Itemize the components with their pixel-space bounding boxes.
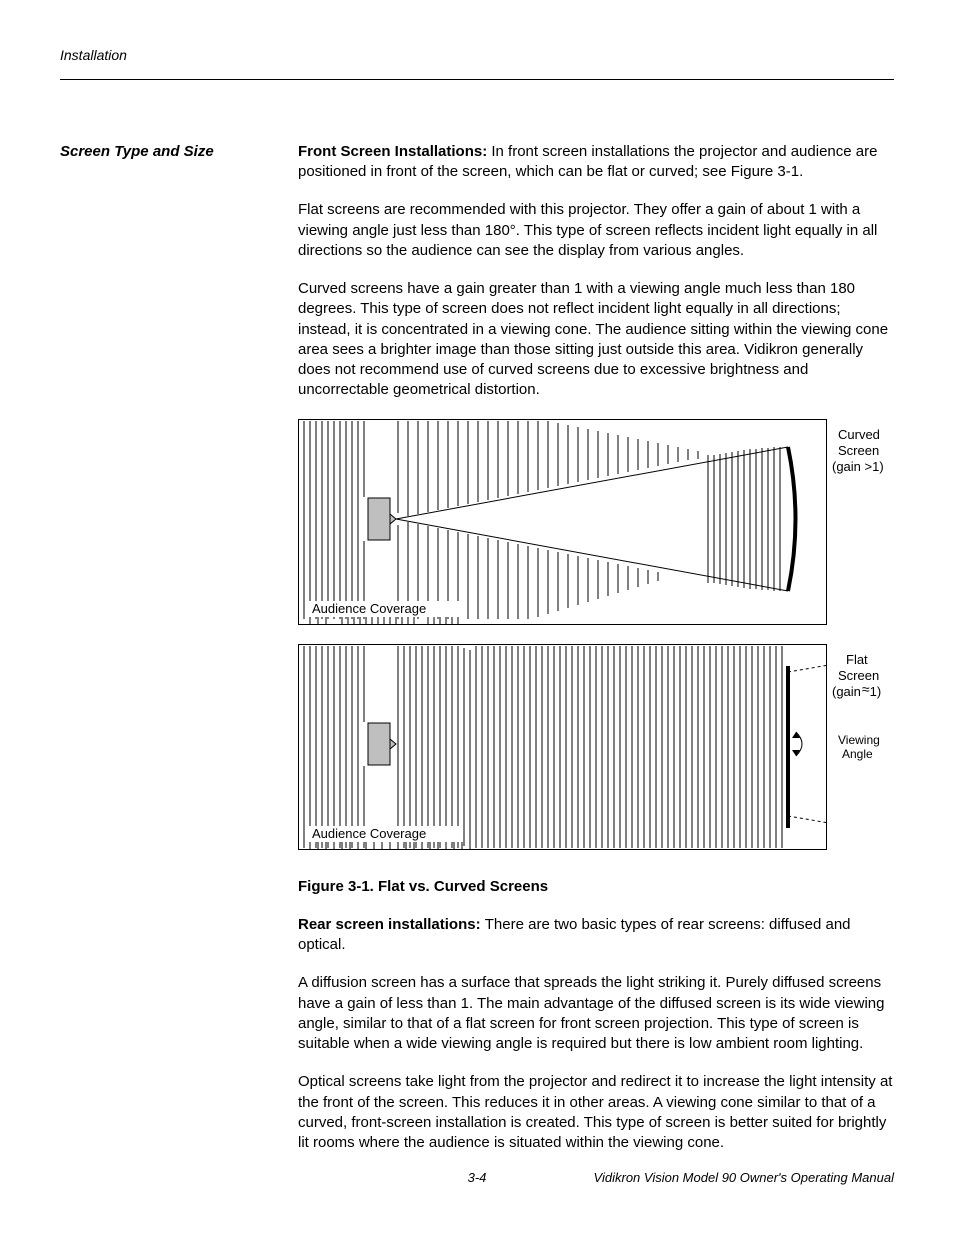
fig-label-flat-gain-prefix: (gain (832, 684, 861, 699)
side-column: Screen Type and Size (60, 142, 298, 1172)
paragraph-optical: Optical screens take light from the proj… (298, 1072, 894, 1153)
fig-label-curved-2: Screen (838, 443, 879, 458)
paragraph-flat: Flat screens are recommended with this p… (298, 200, 894, 261)
figure-svg: Audience Coverage (298, 419, 894, 857)
fig-label-viewing-2: Angle (842, 747, 873, 761)
footer: 3-4 Vidikron Vision Model 90 Owner's Ope… (60, 1169, 894, 1187)
figure-caption: Figure 3-1. Flat vs. Curved Screens (298, 877, 894, 897)
fig-label-flat-gain-suffix: 1) (870, 684, 882, 699)
page-number: 3-4 (60, 1169, 894, 1187)
side-heading: Screen Type and Size (60, 142, 298, 162)
page: Installation Screen Type and Size Front … (0, 0, 954, 1235)
figure-3-1: Audience Coverage (298, 419, 894, 857)
header-rule (60, 79, 894, 80)
fig-label-curved-3: (gain >1) (832, 459, 884, 474)
paragraph-curved: Curved screens have a gain greater than … (298, 279, 894, 401)
fig-label-audience-top: Audience Coverage (312, 601, 426, 616)
fig-label-viewing-1: Viewing (838, 733, 880, 747)
running-header: Installation (60, 46, 894, 65)
content-columns: Screen Type and Size Front Screen Instal… (60, 142, 894, 1172)
fig-label-flat-2: Screen (838, 668, 879, 683)
fig-label-flat-1: Flat (846, 652, 868, 667)
lead-rear: Rear screen installations: (298, 916, 485, 933)
paragraph-diffusion: A diffusion screen has a surface that sp… (298, 973, 894, 1054)
fig-label-curved-1: Curved (838, 427, 880, 442)
lead-front: Front Screen Installations: (298, 143, 491, 160)
main-column: Front Screen Installations: In front scr… (298, 142, 894, 1172)
paragraph-front-screen: Front Screen Installations: In front scr… (298, 142, 894, 183)
svg-text:(gain≈1): (gain≈1) (832, 681, 881, 699)
paragraph-rear-lead: Rear screen installations: There are two… (298, 915, 894, 956)
fig-label-audience-bot: Audience Coverage (312, 826, 426, 841)
